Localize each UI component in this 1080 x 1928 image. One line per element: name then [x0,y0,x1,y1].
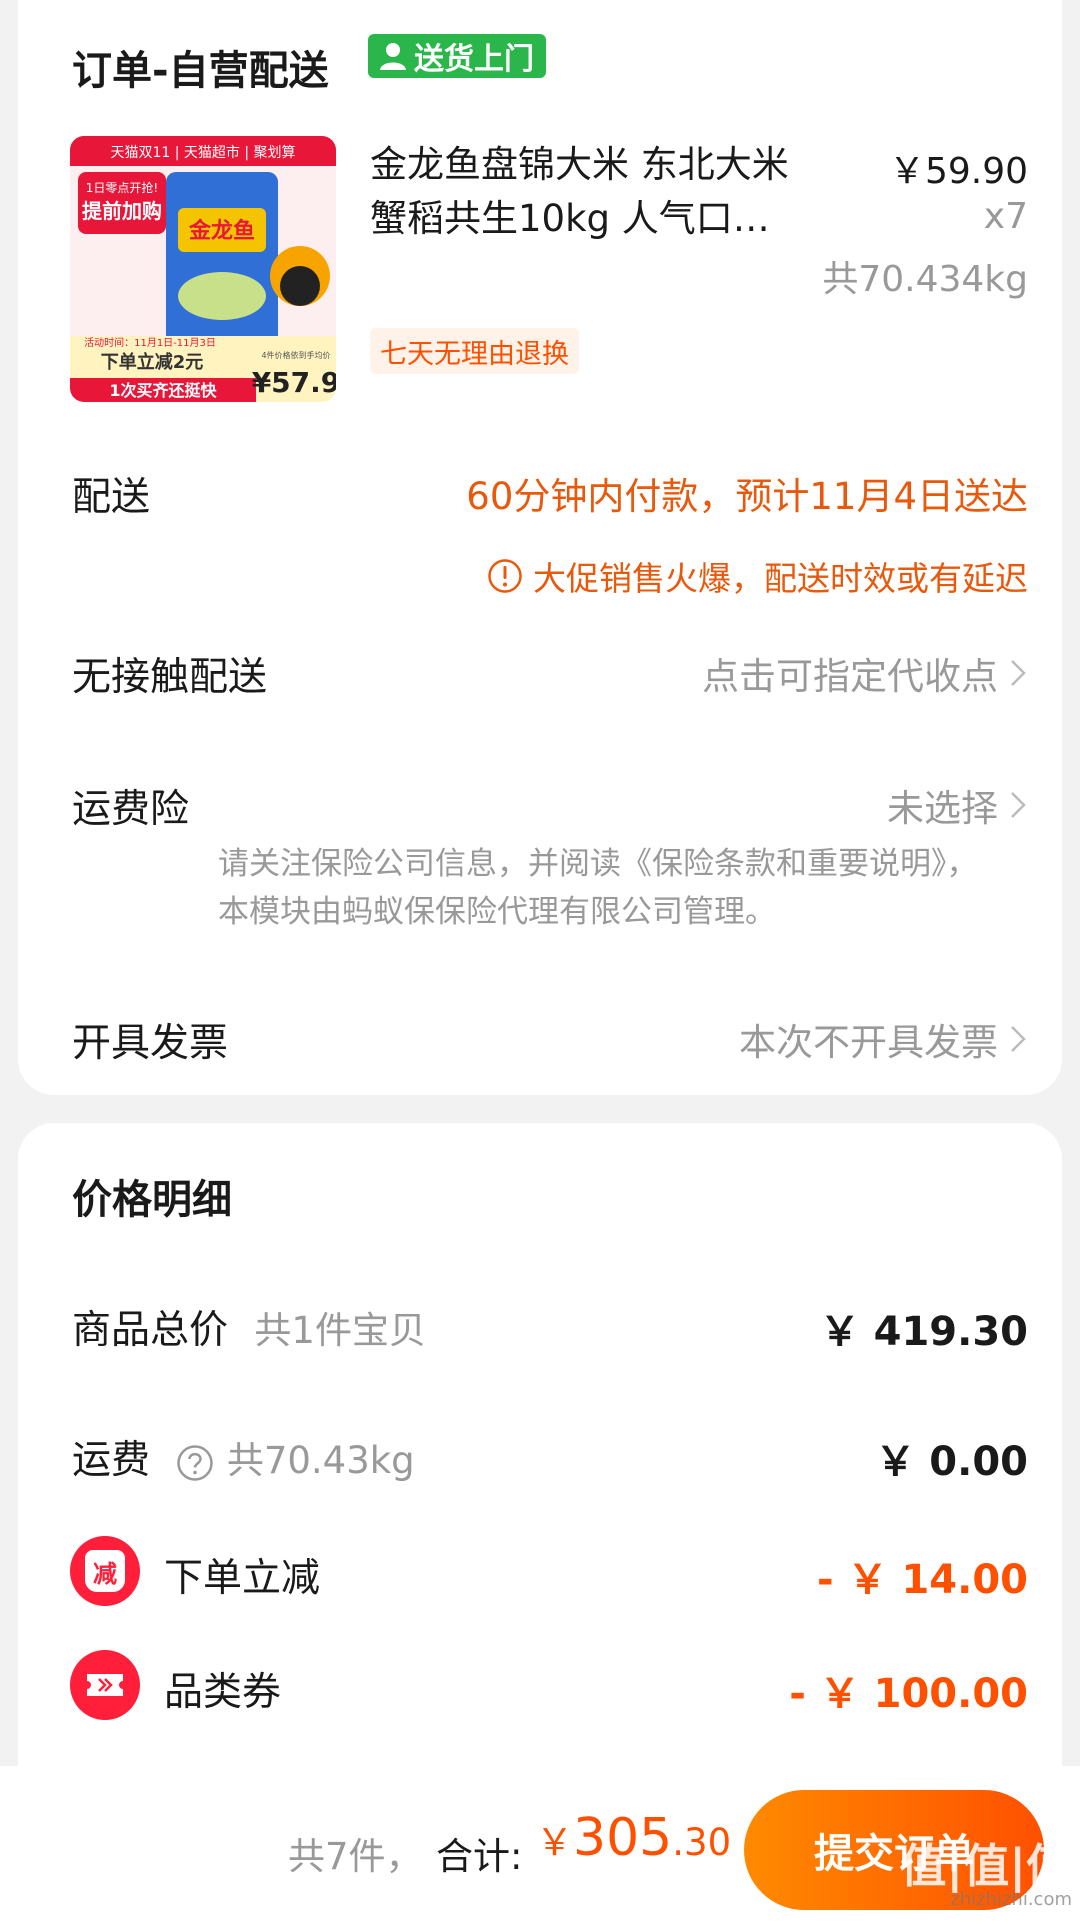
total-item-count: 共7件， [288,1835,423,1878]
goods-total-row: 商品总价 共1件宝贝 [72,1299,426,1355]
contactless-row[interactable]: 点击可指定代收点 [702,646,1028,700]
goods-total-value: ￥ 419.30 [819,1309,1028,1355]
coupon-icon [70,1650,140,1720]
alert-icon [488,559,522,593]
instant-discount-label: 下单立减 [164,1556,321,1601]
insurance-note[interactable]: 请关注保险公司信息，并阅读《保险条款和重要说明》，本模块由蚂蚁保保险代理有限公司… [218,840,998,936]
invoice-label: 开具发票 [72,1021,229,1066]
insurance-row[interactable]: 未选择 [887,778,1028,832]
category-coupon-value[interactable]: - ￥ 100.00 [789,1661,1028,1719]
discount-icon: 减 [70,1536,140,1606]
goods-total-label: 商品总价 [72,1308,229,1353]
person-icon [380,43,406,70]
insurance-value: 未选择 [887,787,998,830]
shipping-label: 运费 [72,1438,151,1483]
svg-text:提前加购: 提前加购 [82,199,162,223]
contactless-label: 无接触配送 [72,655,268,700]
image-banner-text: 天猫双11 | 天猫超市 | 聚划算 [110,144,295,161]
chevron-right-icon [1011,792,1026,818]
svg-text:1日零点开抢!: 1日零点开抢! [86,180,158,195]
return-policy-tag: 七天无理由退换 [370,328,579,374]
svg-text:¥57.9: ¥57.9 [252,366,336,399]
total-amount-decimal: .30 [672,1821,732,1864]
product-image[interactable]: 天猫双11 | 天猫超市 | 聚划算 1日零点开抢! 提前加购 金龙鱼 活动时间… [70,136,336,402]
order-card: 订单-自营配送 送货上门 天猫双11 | 天猫超市 | 聚划算 1日零点开抢! … [18,0,1062,1095]
goods-total-count: 共1件宝贝 [254,1309,426,1352]
discount-icon-text: 减 [93,1559,117,1588]
total-amount-integer: 305 [573,1808,673,1868]
watermark-url: zhizhizhi.com [950,1889,1072,1910]
insurance-label: 运费险 [72,787,190,832]
shipping-value: ￥ 0.00 [875,1439,1028,1485]
instant-discount-value: - ￥ 14.00 [817,1557,1028,1603]
product-price: ￥59.90 [888,151,1028,192]
product-name-text: 金龙鱼盘锦大米 东北大米蟹稻共生10kg 人气口碑 新老包装随机发货 [370,143,789,240]
watermark: 值|值|值 zhizhizhi.com [900,1842,1072,1910]
contactless-value: 点击可指定代收点 [702,655,998,698]
total-currency: ￥ [536,1821,573,1864]
delivery-warning: 大促销售火爆，配送时效或有延迟 [487,552,1028,600]
total-amount: ￥ 305 .30 [536,1808,731,1868]
delivery-warning-text: 大促销售火爆，配送时效或有延迟 [533,559,1028,598]
product-weight: 共70.434kg [822,259,1028,300]
watermark-logo: 值|值|值 [900,1839,1072,1893]
delivery-estimate: 60分钟内付款，预计11月4日送达 [466,475,1028,518]
delivery-badge-label: 送货上门 [414,42,534,77]
svg-text:活动时间：11月1日-11月3日: 活动时间：11月1日-11月3日 [84,336,216,349]
product-name[interactable]: 金龙鱼盘锦大米 东北大米蟹稻共生10kg 人气口碑 新老包装随机发货 [370,138,800,246]
product-quantity: x7 [983,196,1028,237]
chevron-right-icon [1011,660,1026,686]
total-label: 合计: [436,1835,523,1878]
chevron-right-icon [1011,1026,1026,1052]
delivery-badge: 送货上门 [368,34,546,78]
checkout-bar: 共7件， 合计: ￥ 305 .30 提交订单 值|值|值 zhizhizhi.… [0,1766,1080,1928]
invoice-row[interactable]: 本次不开具发票 [739,1012,1028,1066]
svg-text:下单立减2元: 下单立减2元 [101,351,204,373]
shipping-row: 运费 共70.43kg [72,1429,415,1485]
svg-text:1次买齐还挺快: 1次买齐还挺快 [109,381,217,400]
invoice-value: 本次不开具发票 [739,1021,998,1064]
svg-text:金龙鱼: 金龙鱼 [188,218,255,244]
question-icon[interactable] [176,1444,214,1482]
svg-text:4件价格依到手均价: 4件价格依到手均价 [261,350,330,360]
order-title: 订单-自营配送 [72,48,329,94]
delivery-label: 配送 [72,475,151,520]
category-coupon-label: 品类券 [164,1670,282,1715]
price-detail-title: 价格明细 [72,1177,232,1223]
shipping-weight: 共70.43kg [226,1439,415,1482]
